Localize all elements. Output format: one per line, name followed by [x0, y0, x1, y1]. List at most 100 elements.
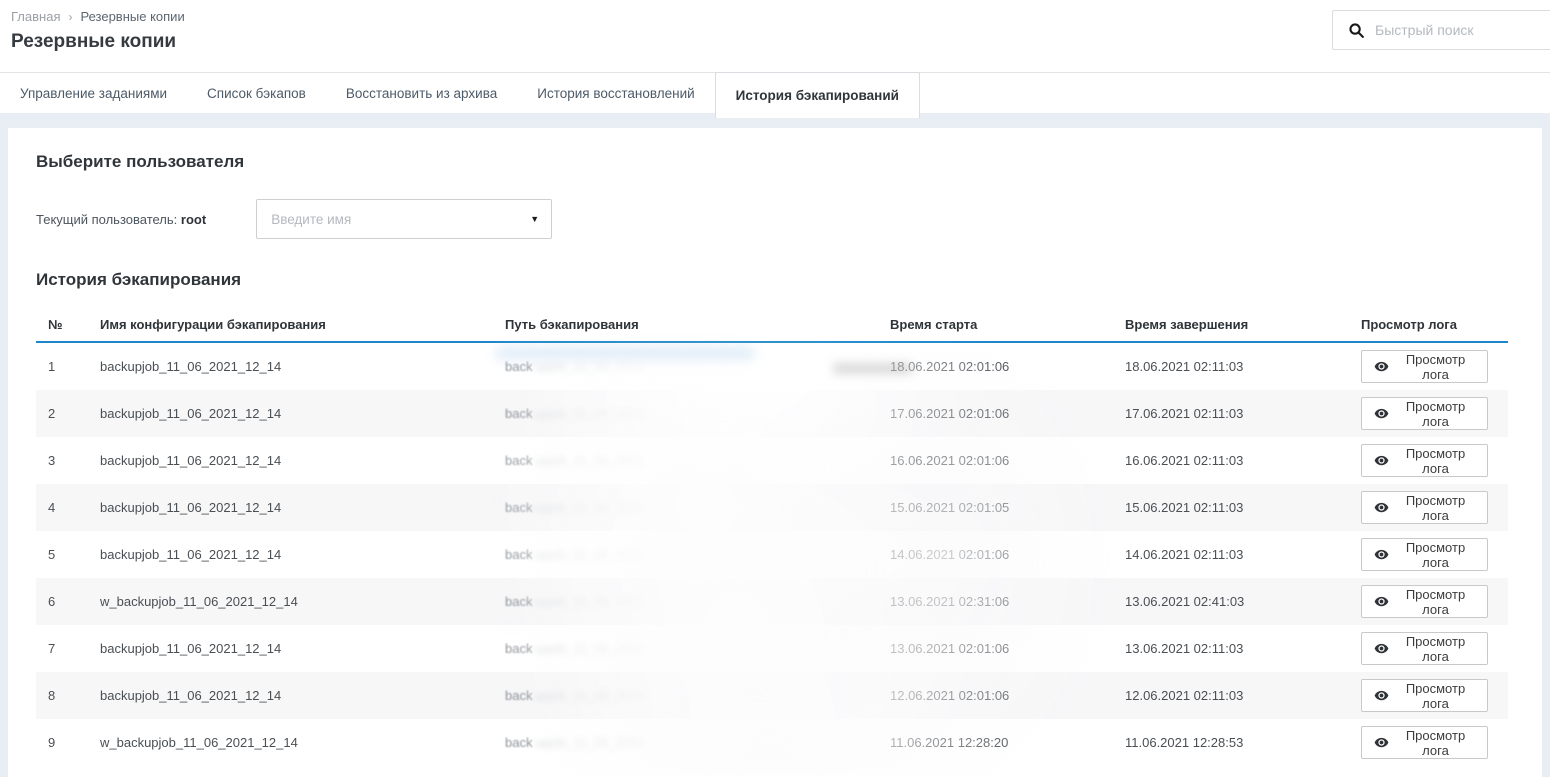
- log-cell: Просмотр лога: [1348, 397, 1508, 430]
- row-number: 7: [36, 641, 88, 656]
- backup-config-name: backupjob_11_06_2021_12_14: [88, 688, 493, 703]
- table-row: 6 w_backupjob_11_06_2021_12_14 backupjob…: [36, 578, 1508, 625]
- eye-icon: [1374, 406, 1389, 421]
- backup-history-table: № Имя конфигурации бэкапирования Путь бэ…: [36, 307, 1508, 766]
- end-time: 11.06.2021 12:28:53: [1113, 735, 1348, 750]
- table-row: 4 backupjob_11_06_2021_12_14 backupjob_1…: [36, 484, 1508, 531]
- col-header-path: Путь бэкапирования: [493, 317, 878, 332]
- table-row: 2 backupjob_11_06_2021_12_14 backupjob_1…: [36, 390, 1508, 437]
- chevron-down-icon: ▼: [530, 214, 539, 224]
- backup-path-redacted: backupjob_11_06_2021: [493, 406, 878, 421]
- end-time: 12.06.2021 02:11:03: [1113, 688, 1348, 703]
- backup-path-redacted: backupjob_11_06_2021: [493, 641, 878, 656]
- eye-icon: [1374, 547, 1389, 562]
- log-cell: Просмотр лога: [1348, 444, 1508, 477]
- start-time: 13.06.2021 02:31:06: [878, 594, 1113, 609]
- end-time: 17.06.2021 02:11:03: [1113, 406, 1348, 421]
- view-log-button[interactable]: Просмотр лога: [1361, 397, 1488, 430]
- tabbar: Управление заданиями Список бэкапов Восс…: [0, 72, 1550, 113]
- eye-icon: [1374, 641, 1389, 656]
- content-area: Выберите пользователя Текущий пользовате…: [0, 113, 1550, 777]
- table-row: 9 w_backupjob_11_06_2021_12_14 backupjob…: [36, 719, 1508, 766]
- table-row: 8 backupjob_11_06_2021_12_14 backupjob_1…: [36, 672, 1508, 719]
- log-cell: Просмотр лога: [1348, 350, 1508, 383]
- table-row: 7 backupjob_11_06_2021_12_14 backupjob_1…: [36, 625, 1508, 672]
- view-log-button[interactable]: Просмотр лога: [1361, 444, 1488, 477]
- tab-backup-list[interactable]: Список бэкапов: [187, 73, 326, 113]
- backup-config-name: backupjob_11_06_2021_12_14: [88, 453, 493, 468]
- current-user-label: Текущий пользователь: root: [36, 212, 206, 227]
- view-log-button[interactable]: Просмотр лога: [1361, 350, 1488, 383]
- start-time: 12.06.2021 02:01:06: [878, 688, 1113, 703]
- current-user-row: Текущий пользователь: root Введите имя ▼: [36, 199, 1522, 239]
- start-time: 17.06.2021 02:01:06: [878, 406, 1113, 421]
- start-time: 16.06.2021 02:01:06: [878, 453, 1113, 468]
- row-number: 4: [36, 500, 88, 515]
- table-header-row: № Имя конфигурации бэкапирования Путь бэ…: [36, 307, 1508, 343]
- start-time: 18.06.2021 02:01:06: [878, 359, 1113, 374]
- eye-icon: [1374, 688, 1389, 703]
- page-title: Резервные копии: [11, 31, 1550, 53]
- backup-path-redacted: backupjob_11_06_2021: [493, 359, 878, 374]
- row-number: 3: [36, 453, 88, 468]
- log-cell: Просмотр лога: [1348, 632, 1508, 665]
- table-row: 3 backupjob_11_06_2021_12_14 backupjob_1…: [36, 437, 1508, 484]
- log-cell: Просмотр лога: [1348, 726, 1508, 759]
- tab-restore-from-archive[interactable]: Восстановить из архива: [326, 73, 517, 113]
- view-log-button[interactable]: Просмотр лога: [1361, 491, 1488, 524]
- tab-backup-history[interactable]: История бэкапирований: [715, 73, 920, 118]
- tab-restore-history[interactable]: История восстановлений: [517, 73, 714, 113]
- backup-path-redacted: backupjob_11_06_2021: [493, 594, 878, 609]
- backup-config-name: w_backupjob_11_06_2021_12_14: [88, 594, 493, 609]
- breadcrumb-home-link[interactable]: Главная: [11, 9, 60, 24]
- user-select-dropdown[interactable]: Введите имя ▼: [256, 199, 552, 239]
- col-header-end: Время завершения: [1113, 317, 1348, 332]
- view-log-button[interactable]: Просмотр лога: [1361, 538, 1488, 571]
- backup-config-name: backupjob_11_06_2021_12_14: [88, 500, 493, 515]
- backup-path-redacted: backupjob_11_06_2021: [493, 453, 878, 468]
- start-time: 11.06.2021 12:28:20: [878, 735, 1113, 750]
- log-cell: Просмотр лога: [1348, 538, 1508, 571]
- log-cell: Просмотр лога: [1348, 585, 1508, 618]
- breadcrumb: Главная › Резервные копии: [11, 9, 1550, 24]
- current-user-value: root: [181, 212, 206, 227]
- eye-icon: [1374, 453, 1389, 468]
- view-log-button[interactable]: Просмотр лога: [1361, 585, 1488, 618]
- row-number: 5: [36, 547, 88, 562]
- view-log-button[interactable]: Просмотр лога: [1361, 632, 1488, 665]
- breadcrumb-current: Резервные копии: [80, 9, 184, 24]
- col-header-start: Время старта: [878, 317, 1113, 332]
- end-time: 15.06.2021 02:11:03: [1113, 500, 1348, 515]
- row-number: 8: [36, 688, 88, 703]
- end-time: 16.06.2021 02:11:03: [1113, 453, 1348, 468]
- backup-path-redacted: backupjob_11_06_2021: [493, 688, 878, 703]
- backup-path-redacted: backupjob_11_06_2021: [493, 547, 878, 562]
- search-icon: [1348, 22, 1365, 39]
- table-row: 1 backupjob_11_06_2021_12_14 backupjob_1…: [36, 343, 1508, 390]
- breadcrumb-separator-icon: ›: [68, 10, 72, 24]
- col-header-num: №: [36, 317, 88, 332]
- table-body: 1 backupjob_11_06_2021_12_14 backupjob_1…: [36, 343, 1508, 766]
- end-time: 18.06.2021 02:11:03: [1113, 359, 1348, 374]
- eye-icon: [1374, 500, 1389, 515]
- row-number: 9: [36, 735, 88, 750]
- backup-path-redacted: backupjob_11_06_2021: [493, 735, 878, 750]
- quick-search-box[interactable]: Быстрый поиск: [1332, 10, 1550, 50]
- backup-history-heading: История бэкапирования: [36, 270, 1522, 290]
- table-row: 5 backupjob_11_06_2021_12_14 backupjob_1…: [36, 531, 1508, 578]
- tab-job-management[interactable]: Управление заданиями: [0, 73, 187, 113]
- page-header: Главная › Резервные копии Резервные копи…: [0, 0, 1550, 72]
- row-number: 6: [36, 594, 88, 609]
- backup-config-name: backupjob_11_06_2021_12_14: [88, 641, 493, 656]
- search-input[interactable]: Быстрый поиск: [1375, 22, 1474, 38]
- backup-config-name: backupjob_11_06_2021_12_14: [88, 359, 493, 374]
- end-time: 13.06.2021 02:11:03: [1113, 641, 1348, 656]
- end-time: 13.06.2021 02:41:03: [1113, 594, 1348, 609]
- user-select-placeholder: Введите имя: [271, 212, 351, 227]
- backup-config-name: backupjob_11_06_2021_12_14: [88, 406, 493, 421]
- eye-icon: [1374, 735, 1389, 750]
- view-log-button[interactable]: Просмотр лога: [1361, 726, 1488, 759]
- start-time: 13.06.2021 02:01:06: [878, 641, 1113, 656]
- log-cell: Просмотр лога: [1348, 491, 1508, 524]
- view-log-button[interactable]: Просмотр лога: [1361, 679, 1488, 712]
